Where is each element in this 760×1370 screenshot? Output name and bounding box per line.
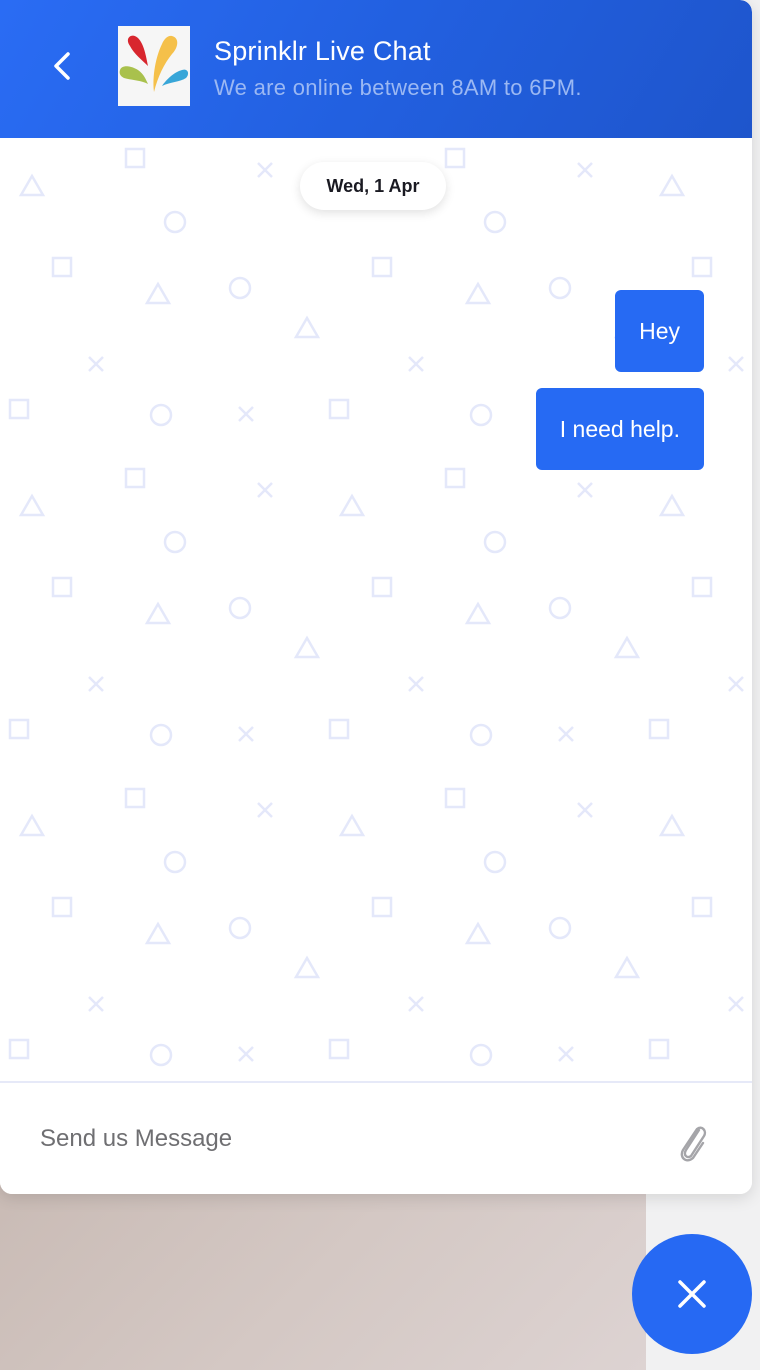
message-bubble: Hey [615,290,704,372]
chat-window: Sprinklr Live Chat We are online between… [0,0,752,1194]
message-bubble: I need help. [535,388,704,470]
page-backdrop [0,1180,646,1370]
background-pattern [0,138,752,1081]
chat-header: Sprinklr Live Chat We are online between… [0,0,752,138]
message-list[interactable]: Wed, 1 Apr Hey I need help. [0,138,752,1081]
attach-button[interactable] [672,1117,712,1165]
message-composer [0,1081,752,1194]
sprinklr-logo [118,26,190,106]
date-separator: Wed, 1 Apr [300,162,446,210]
back-button[interactable] [42,44,82,88]
chat-availability: We are online between 8AM to 6PM. [214,75,582,100]
message-input[interactable] [40,1119,640,1159]
close-chat-button[interactable] [632,1234,752,1354]
chevron-left-icon [54,52,70,80]
chat-title: Sprinklr Live Chat [214,36,431,66]
close-icon [678,1280,706,1308]
paperclip-icon [680,1126,707,1162]
